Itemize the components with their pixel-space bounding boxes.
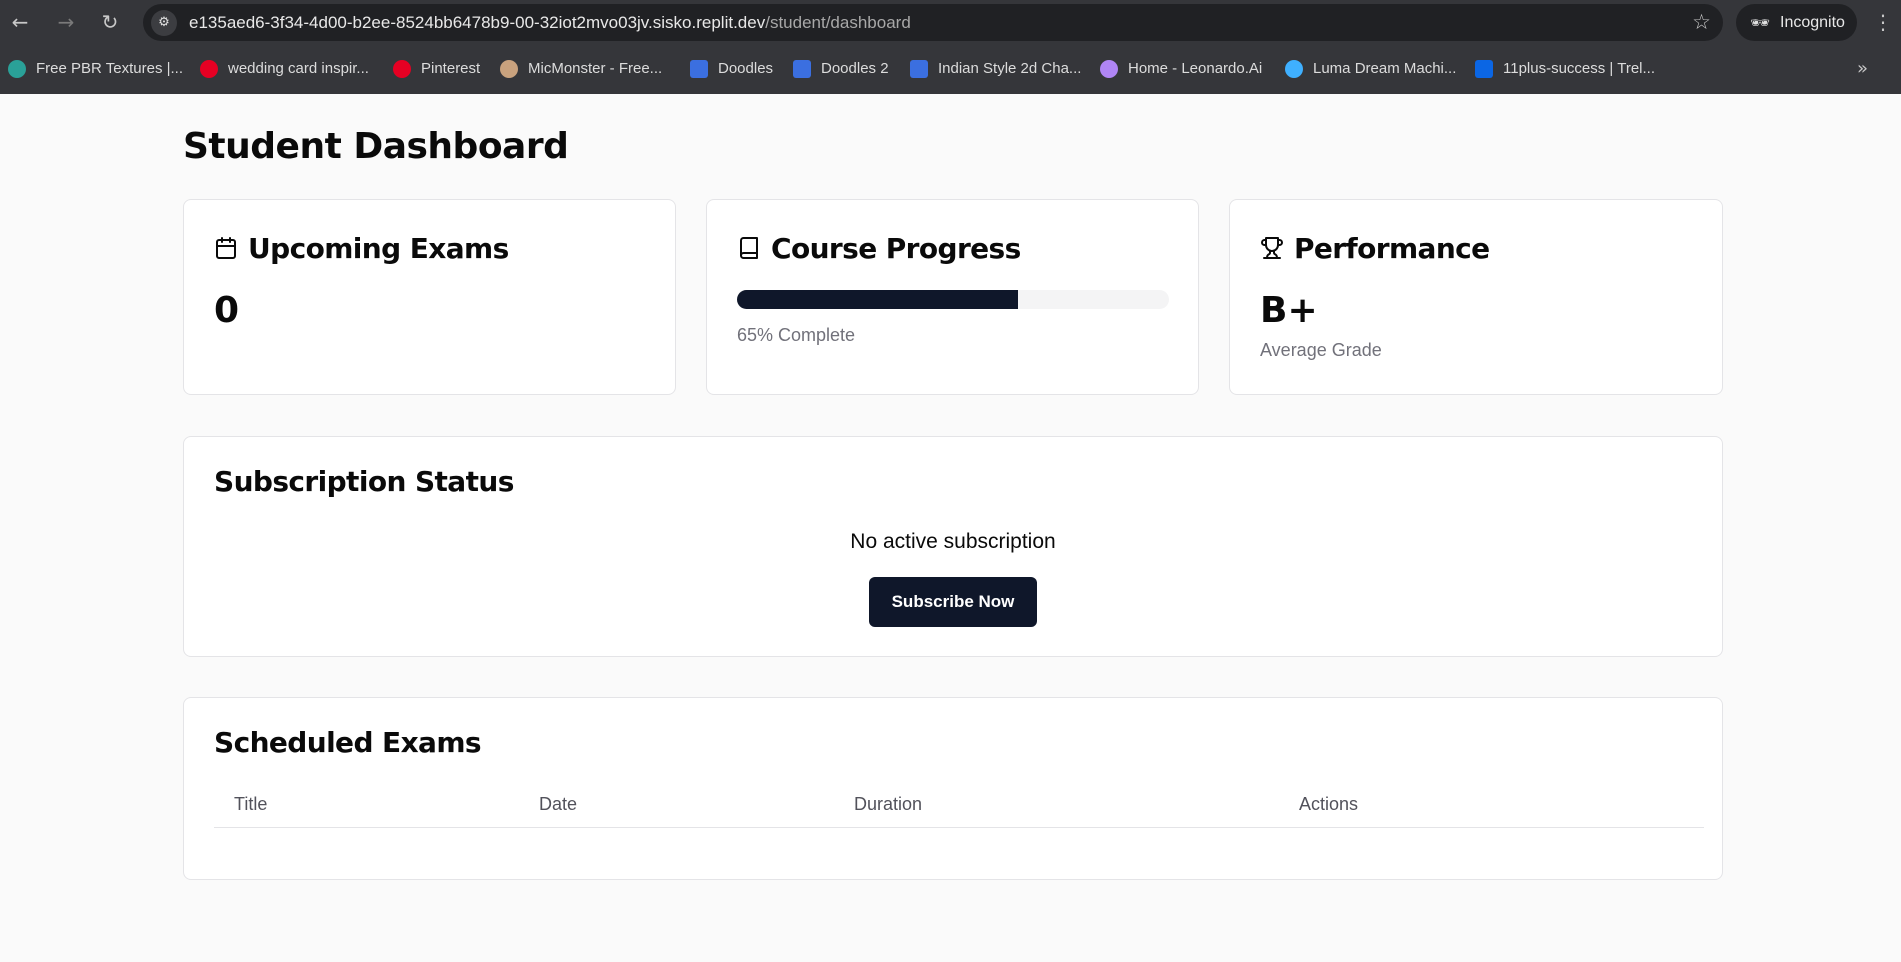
incognito-icon: 🕶 <box>1750 13 1771 32</box>
bookmark-item[interactable]: MicMonster - Free... <box>500 52 662 86</box>
card-header: Performance <box>1260 228 1490 268</box>
bookmark-label: Doodles <box>718 60 774 77</box>
micmonster-icon <box>500 60 518 78</box>
progress-bar <box>737 290 1169 309</box>
forward-arrow-icon[interactable]: → <box>52 8 80 36</box>
column-header-title: Title <box>234 794 268 814</box>
bookmark-item[interactable]: Indian Style 2d Cha... <box>910 52 1081 86</box>
section-title: Scheduled Exams <box>214 726 482 759</box>
card-title: Course Progress <box>771 231 1021 265</box>
browser-menu-icon[interactable]: ⋮ <box>1873 8 1893 36</box>
course-progress-card: Course Progress 65% Complete <box>706 199 1199 395</box>
upcoming-exams-card: Upcoming Exams 0 <box>183 199 676 395</box>
url-path: /student/dashboard <box>765 13 911 32</box>
subscribe-now-button[interactable]: Subscribe Now <box>869 577 1037 627</box>
bookmark-label: 11plus-success | Trel... <box>1503 60 1656 77</box>
card-title: Performance <box>1294 231 1490 265</box>
bookmark-item[interactable]: Luma Dream Machi... <box>1285 52 1456 86</box>
column-header-actions: Actions <box>1299 794 1359 814</box>
upcoming-exams-count: 0 <box>214 290 240 331</box>
trophy-icon <box>1261 237 1283 259</box>
back-arrow-icon[interactable]: ← <box>6 8 34 36</box>
globe-icon <box>8 60 26 78</box>
card-header: Upcoming Exams <box>214 228 509 268</box>
bookmark-item[interactable]: Pinterest <box>393 52 480 86</box>
scheduled-exams-card: Scheduled Exams Title Date Duration Acti… <box>183 697 1723 880</box>
column-header-date: Date <box>539 794 578 814</box>
browser-chrome: ← → ↻ ⚙ e135aed6-3f34-4d00-b2ee-8524bb64… <box>0 0 1901 94</box>
bookmark-item[interactable]: 11plus-success | Trel... <box>1475 52 1655 86</box>
calendar-icon <box>216 237 236 259</box>
bookmark-label: MicMonster - Free... <box>528 60 663 77</box>
reload-icon[interactable]: ↻ <box>96 8 124 36</box>
performance-card: Performance B+ Average Grade <box>1229 199 1723 395</box>
progress-label: 65% Complete <box>737 325 856 345</box>
pinterest-icon <box>200 60 218 78</box>
url-host: e135aed6-3f34-4d00-b2ee-8524bb6478b9-00-… <box>189 13 766 32</box>
book-icon <box>740 237 758 259</box>
pinterest-icon <box>393 60 411 78</box>
address-bar-row: ← → ↻ ⚙ e135aed6-3f34-4d00-b2ee-8524bb64… <box>0 0 1901 44</box>
card-title: Upcoming Exams <box>248 231 509 265</box>
table-header: Title Date Duration Actions <box>214 792 1704 828</box>
forms-icon <box>910 60 928 78</box>
bookmark-item[interactable]: Free PBR Textures |... <box>8 52 183 86</box>
bookmark-label: Pinterest <box>421 60 481 77</box>
forms-icon <box>793 60 811 78</box>
url-text[interactable]: e135aed6-3f34-4d00-b2ee-8524bb6478b9-00-… <box>189 4 911 41</box>
progress-fill <box>737 290 1018 309</box>
bookmark-label: Home - Leonardo.Ai <box>1128 60 1263 77</box>
average-grade-value: B+ <box>1260 290 1318 331</box>
bookmark-item[interactable]: Doodles 2 <box>793 52 889 86</box>
luma-icon <box>1285 60 1303 78</box>
average-grade-label: Average Grade <box>1260 340 1382 360</box>
card-header: Course Progress <box>737 228 1021 268</box>
leonardo-icon <box>1100 60 1118 78</box>
bookmarks-bar: Free PBR Textures |... wedding card inspi… <box>0 52 1901 86</box>
site-info-icon[interactable]: ⚙ <box>151 10 177 36</box>
forms-icon <box>690 60 708 78</box>
bookmark-item[interactable]: Home - Leonardo.Ai <box>1100 52 1262 86</box>
page-title: Student Dashboard <box>183 126 569 167</box>
trello-icon <box>1475 60 1493 78</box>
bookmark-label: Indian Style 2d Cha... <box>938 60 1082 77</box>
bookmark-label: Luma Dream Machi... <box>1313 60 1457 77</box>
subscription-status-card: Subscription Status No active subscripti… <box>183 436 1723 657</box>
bookmark-label: Free PBR Textures |... <box>36 60 184 77</box>
bookmark-label: Doodles 2 <box>821 60 889 77</box>
column-header-duration: Duration <box>854 794 923 814</box>
bookmark-item[interactable]: Doodles <box>690 52 773 86</box>
incognito-badge[interactable]: 🕶 Incognito <box>1736 4 1857 41</box>
omnibox[interactable]: ⚙ e135aed6-3f34-4d00-b2ee-8524bb6478b9-0… <box>143 4 1723 41</box>
bookmark-item[interactable]: wedding card inspir... <box>200 52 369 86</box>
subscription-message: No active subscription <box>850 530 1056 553</box>
bookmark-label: wedding card inspir... <box>228 60 369 77</box>
bookmarks-overflow-icon[interactable]: » <box>1857 52 1868 86</box>
section-title: Subscription Status <box>214 465 514 498</box>
bookmark-star-icon[interactable]: ☆ <box>1692 4 1711 41</box>
incognito-label: Incognito <box>1780 14 1845 31</box>
